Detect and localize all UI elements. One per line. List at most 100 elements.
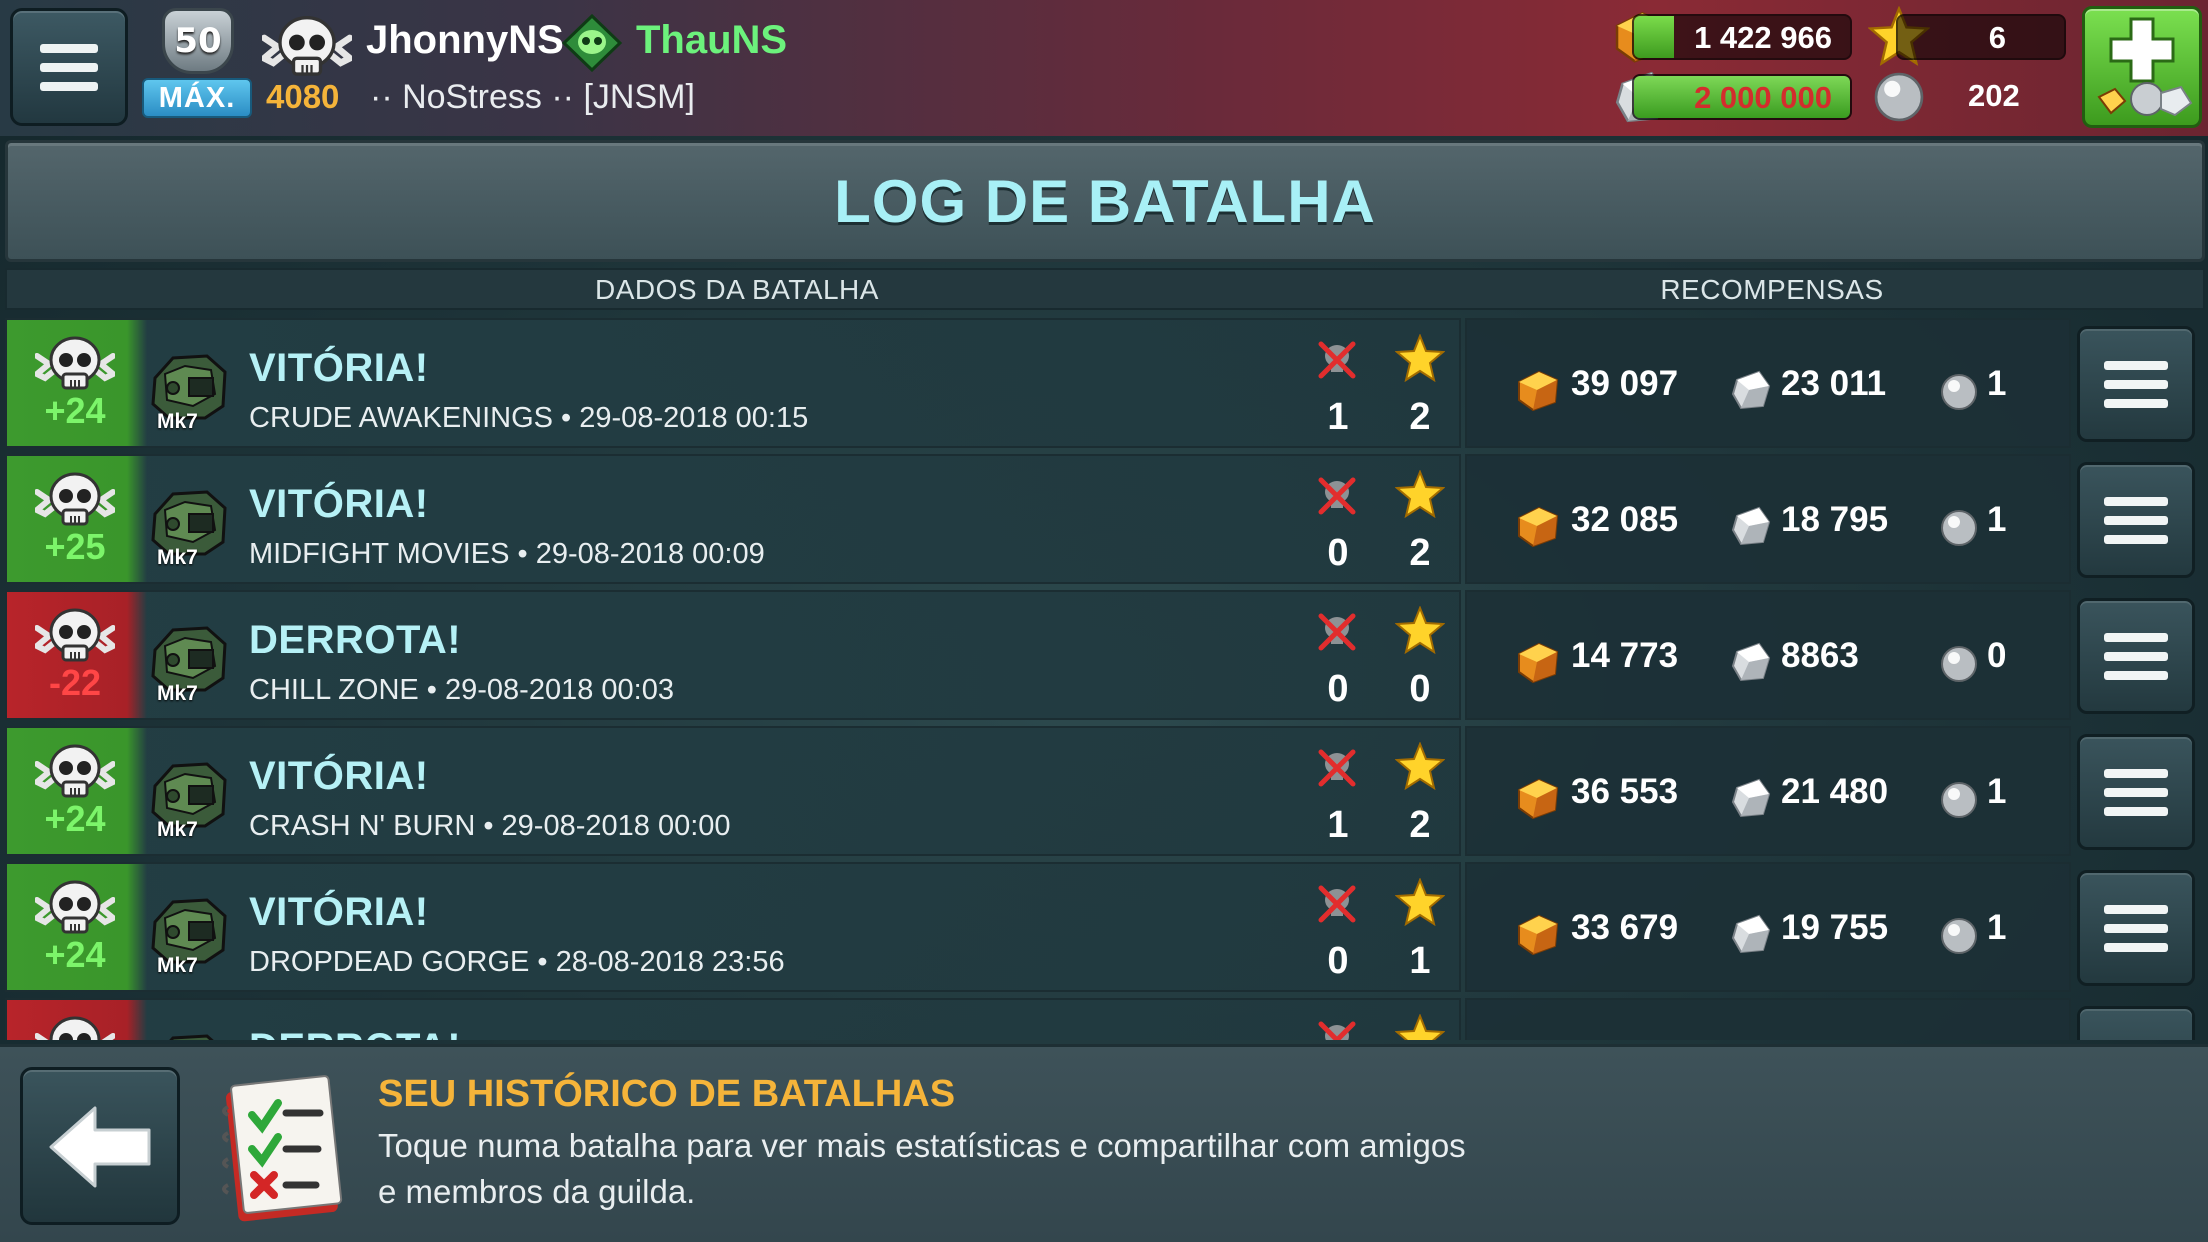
hamburger-icon xyxy=(2104,904,2168,914)
skull-icon xyxy=(262,12,352,82)
battle-result: VITÓRIA! xyxy=(249,754,429,798)
shop-button[interactable] xyxy=(2082,6,2202,128)
skull-icon xyxy=(35,742,115,802)
silver-icon xyxy=(1729,504,1773,548)
rewards-cell[interactable]: 14 773 8863 0 xyxy=(1465,590,2071,720)
battle-details-button[interactable] xyxy=(2077,734,2195,850)
shop-plus-icon xyxy=(2097,17,2193,117)
silver-icon xyxy=(1729,640,1773,684)
checklist-book-icon xyxy=(222,1075,343,1222)
page-title: LOG DE BATALHA xyxy=(834,167,1376,235)
battle-result: VITÓRIA! xyxy=(249,890,429,934)
top-bar: 50 MÁX. 4080 JhonnyNS ThauNS ·· NoStress… xyxy=(0,0,2208,136)
reward-pearls: 1 xyxy=(1987,908,2007,947)
player-name[interactable]: JhonnyNS xyxy=(366,18,564,63)
reward-gold: 33 679 xyxy=(1571,908,1679,947)
stars-counter: 6 xyxy=(1896,14,2066,60)
pearl-icon xyxy=(1939,644,1979,684)
column-headers: DADOS DA BATALHA RECOMPENSAS xyxy=(5,268,2205,310)
back-arrow-icon xyxy=(49,1106,151,1188)
star-icon xyxy=(1395,1014,1445,1040)
gold-icon xyxy=(1515,368,1561,412)
silver-icon xyxy=(1729,776,1773,820)
gold-amount: 1 422 966 xyxy=(1694,20,1832,55)
trophy-change: +25 xyxy=(44,526,106,567)
silver-amount: 2 000 000 xyxy=(1694,80,1832,115)
reward-gold: 14 773 xyxy=(1571,636,1679,675)
back-button[interactable] xyxy=(20,1067,180,1225)
battle-data-cell[interactable]: +24 Mk7 VITÓRIA! CRUDE AWAKENINGS • 29-0… xyxy=(5,318,1461,448)
reward-pearls: 1 xyxy=(1987,500,2007,539)
kills-count: 1 xyxy=(1327,396,1349,438)
skull-icon xyxy=(35,334,115,394)
level-max-label: MÁX. xyxy=(142,78,252,118)
silver-counter: 2 000 000 xyxy=(1632,74,1852,120)
gold-icon xyxy=(1515,776,1561,820)
kills-count: 0 xyxy=(1327,940,1349,982)
battle-result: VITÓRIA! xyxy=(249,482,429,526)
column-header-battle-data: DADOS DA BATALHA xyxy=(595,274,879,305)
battle-row[interactable]: +24 Mk7 VITÓRIA! DROPDEAD GORGE • 28-08-… xyxy=(5,862,2205,992)
robot-mark-label: Mk7 xyxy=(157,410,198,433)
footer-description: Toque numa batalha para ver mais estatís… xyxy=(378,1127,1466,1210)
rewards-cell[interactable]: 33 679 19 755 1 xyxy=(1465,862,2071,992)
rewards-cell[interactable]: 32 085 18 795 1 xyxy=(1465,454,2071,584)
kills-cross-icon xyxy=(1315,1018,1359,1040)
skull-icon xyxy=(35,470,115,530)
guild-tag[interactable]: ·· NoStress ·· [JNSM] xyxy=(370,78,695,117)
kills-cross-icon xyxy=(1315,882,1359,926)
trophy-change: +24 xyxy=(44,798,106,839)
silver-icon xyxy=(1729,368,1773,412)
rewards-cell[interactable] xyxy=(1465,998,2071,1040)
reward-gold: 36 553 xyxy=(1571,772,1679,811)
level-number: 50 xyxy=(162,8,234,74)
stars-count: 1 xyxy=(1409,940,1431,982)
battle-data-cell[interactable]: +25 Mk7 VITÓRIA! MIDFIGHT MOVIES • 29-08… xyxy=(5,454,1461,584)
kills-cross-icon xyxy=(1315,338,1359,382)
battle-list[interactable]: +24 Mk7 VITÓRIA! CRUDE AWAKENINGS • 29-0… xyxy=(5,318,2205,1040)
stars-amount: 6 xyxy=(1988,20,2006,55)
star-icon xyxy=(1395,742,1445,790)
kills-count: 1 xyxy=(1327,804,1349,846)
player-trophies: 4080 xyxy=(266,78,340,115)
rewards-cell[interactable]: 39 097 23 011 1 xyxy=(1465,318,2071,448)
battle-details-button[interactable] xyxy=(2077,598,2195,714)
robot-mark-label: Mk7 xyxy=(157,682,198,705)
battle-details-button[interactable] xyxy=(2077,870,2195,986)
guild-member-name[interactable]: ThauNS xyxy=(636,18,787,63)
battle-data-cell[interactable]: +24 Mk7 VITÓRIA! CRASH N' BURN • 29-08-2… xyxy=(5,726,1461,856)
pearl-icon xyxy=(1939,780,1979,820)
battle-row[interactable]: -22 Mk7 DERROTA! CHILL ZONE • 29-08-2018… xyxy=(5,590,2205,720)
trophy-change: +24 xyxy=(44,934,106,975)
battle-data-cell[interactable]: DERROTA! xyxy=(5,998,1461,1040)
battle-row[interactable]: +24 Mk7 VITÓRIA! CRASH N' BURN • 29-08-2… xyxy=(5,726,2205,856)
hamburger-icon xyxy=(40,43,98,53)
footer-title: SEU HISTÓRICO DE BATALHAS xyxy=(378,1073,956,1115)
hamburger-icon xyxy=(2104,632,2168,642)
trophy-change: +24 xyxy=(44,390,106,431)
battle-row[interactable]: +24 Mk7 VITÓRIA! CRUDE AWAKENINGS • 29-0… xyxy=(5,318,2205,448)
pearl-icon xyxy=(1939,916,1979,956)
pearl-icon xyxy=(1939,372,1979,412)
battle-row[interactable]: +25 Mk7 VITÓRIA! MIDFIGHT MOVIES • 29-08… xyxy=(5,454,2205,584)
reward-pearls: 0 xyxy=(1987,636,2007,675)
star-icon xyxy=(1395,606,1445,654)
main-menu-button[interactable] xyxy=(10,8,128,126)
battle-data-cell[interactable]: -22 Mk7 DERROTA! CHILL ZONE • 29-08-2018… xyxy=(5,590,1461,720)
reward-pearls: 1 xyxy=(1987,364,2007,403)
battle-map-and-date: DROPDEAD GORGE • 28-08-2018 23:56 xyxy=(249,946,785,978)
star-icon xyxy=(1395,470,1445,518)
battle-result: DERROTA! xyxy=(249,1026,461,1040)
reward-silver: 8863 xyxy=(1781,636,1859,675)
battle-details-button[interactable] xyxy=(2077,462,2195,578)
column-header-rewards: RECOMPENSAS xyxy=(1660,274,1884,305)
battle-details-button[interactable] xyxy=(2077,326,2195,442)
battle-details-button[interactable] xyxy=(2077,1006,2195,1040)
battle-result: VITÓRIA! xyxy=(249,346,429,390)
star-icon xyxy=(1395,334,1445,382)
stars-count: 0 xyxy=(1409,668,1431,710)
rewards-cell[interactable]: 36 553 21 480 1 xyxy=(1465,726,2071,856)
battle-row[interactable]: DERROTA! xyxy=(5,998,2205,1040)
battle-data-cell[interactable]: +24 Mk7 VITÓRIA! DROPDEAD GORGE • 28-08-… xyxy=(5,862,1461,992)
player-level-badge: 50 MÁX. xyxy=(142,8,252,120)
